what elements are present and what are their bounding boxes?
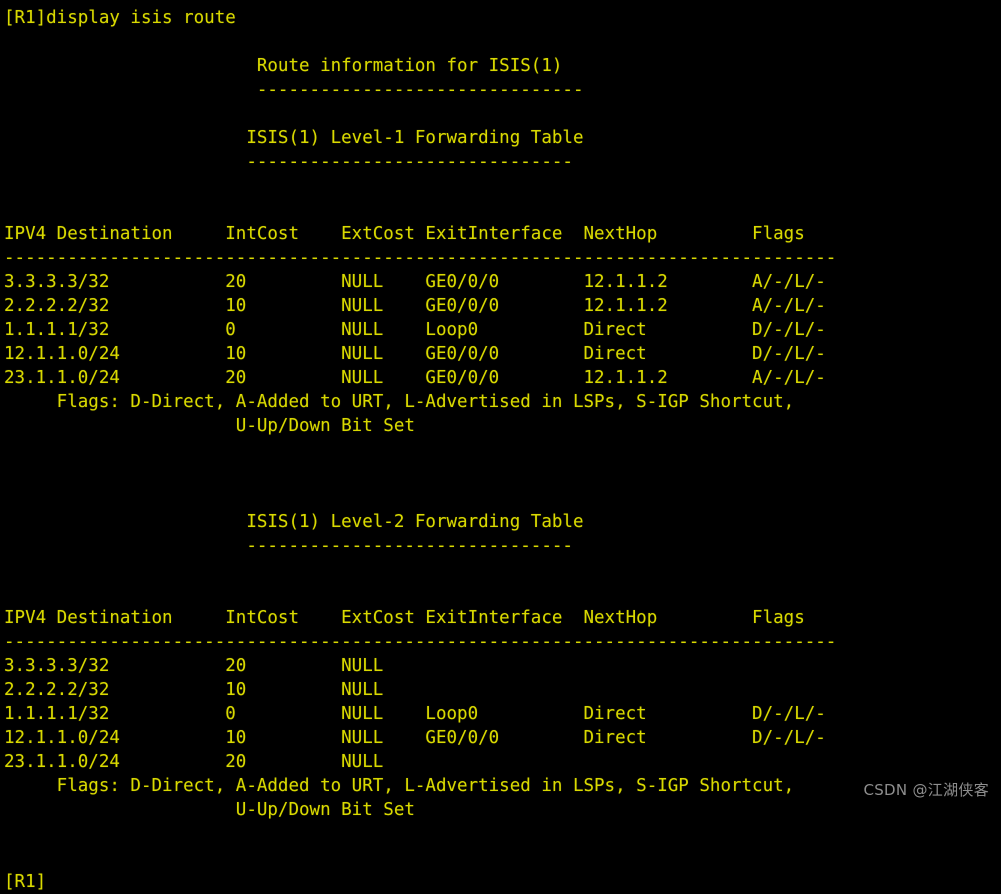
flags-legend-line: Flags: D-Direct, A-Added to URT, L-Adver… [4, 392, 795, 412]
table-row: 1.1.1.1/32 0 NULL Loop0 Direct D/-/L/- [4, 320, 826, 340]
table-title: ISIS(1) Level-2 Forwarding Table [4, 512, 584, 532]
table-header-rule: ----------------------------------------… [4, 632, 837, 652]
flags-legend-line: U-Up/Down Bit Set [4, 416, 415, 436]
report-title: Route information for ISIS(1) [4, 56, 563, 76]
csdn-watermark: CSDN @江湖侠客 [863, 781, 989, 799]
table-row: 3.3.3.3/32 20 NULL GE0/0/0 12.1.1.2 A/-/… [4, 272, 826, 292]
table-row: 12.1.1.0/24 10 NULL GE0/0/0 Direct D/-/L… [4, 728, 826, 748]
terminal-window[interactable]: [R1]display isis route Route information… [0, 0, 1001, 892]
table-header-rule: ----------------------------------------… [4, 248, 837, 268]
table-title-rule: ------------------------------- [4, 536, 573, 556]
flags-legend-line: U-Up/Down Bit Set [4, 800, 415, 820]
table-row: 23.1.1.0/24 20 NULL GE0/0/0 12.1.1.2 A/-… [4, 368, 826, 388]
table-row: 3.3.3.3/32 20 NULL [4, 656, 384, 676]
table-title: ISIS(1) Level-1 Forwarding Table [4, 128, 584, 148]
console-output[interactable]: [R1]display isis route Route information… [0, 6, 1001, 894]
report-title-rule: ------------------------------- [4, 80, 584, 100]
table-row: 23.1.1.0/24 20 NULL [4, 752, 384, 772]
table-row: 1.1.1.1/32 0 NULL Loop0 Direct D/-/L/- [4, 704, 826, 724]
table-row: 2.2.2.2/32 10 NULL GE0/0/0 12.1.1.2 A/-/… [4, 296, 826, 316]
table-row: 2.2.2.2/32 10 NULL [4, 680, 384, 700]
table-header: IPV4 Destination IntCost ExtCost ExitInt… [4, 224, 805, 244]
flags-legend-line: Flags: D-Direct, A-Added to URT, L-Adver… [4, 776, 795, 796]
prompt-line-bottom: [R1] [4, 872, 47, 892]
table-title-rule: ------------------------------- [4, 152, 573, 172]
table-header: IPV4 Destination IntCost ExtCost ExitInt… [4, 608, 805, 628]
prompt-line-top: [R1]display isis route [4, 8, 236, 28]
table-row: 12.1.1.0/24 10 NULL GE0/0/0 Direct D/-/L… [4, 344, 826, 364]
